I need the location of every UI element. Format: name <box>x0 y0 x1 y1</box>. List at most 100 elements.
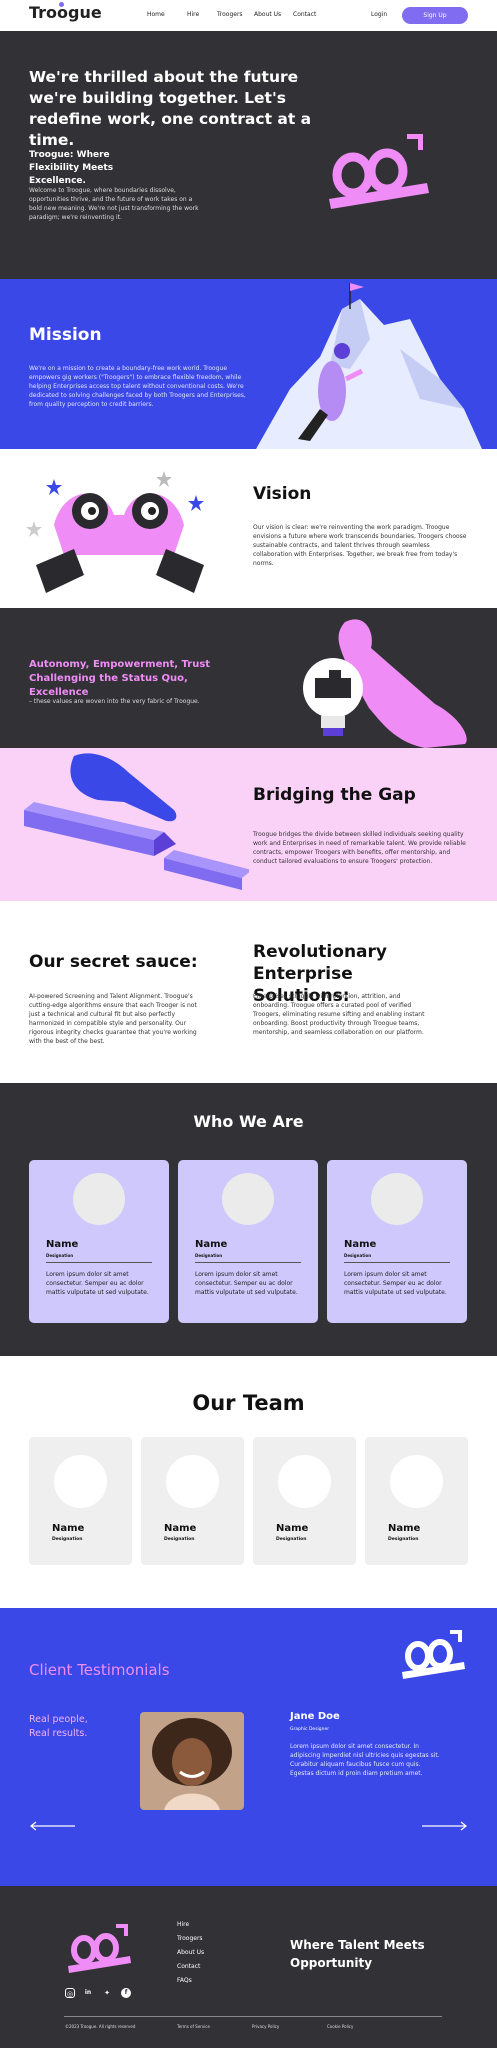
avatar <box>390 1455 443 1508</box>
values-section: Autonomy, Empowerment, Trust Challenging… <box>0 608 497 748</box>
who-we-are-title: Who We Are <box>193 1112 304 1131</box>
nav-link-contact[interactable]: Contact <box>293 11 316 18</box>
arrow-right-icon[interactable] <box>422 1821 468 1831</box>
vision-section: Vision Our vision is clear: we're reinve… <box>0 449 497 608</box>
team-card: Name Designation <box>29 1437 132 1565</box>
mountain-climber-illustration-icon <box>256 283 482 449</box>
team-member-name: Name <box>388 1523 421 1534</box>
cookie-policy-link[interactable]: Cookie Policy <box>327 2024 353 2029</box>
footer-link-contact[interactable]: Contact <box>177 1963 200 1970</box>
team-member-designation: Designation <box>164 1537 195 1542</box>
footer: Hire Troogers About Us Contact FAQs Wher… <box>0 1886 497 2048</box>
testimonial-photo <box>140 1712 244 1810</box>
team-member-name: Name <box>52 1523 85 1534</box>
secret-sauce-section: Our secret sauce: AI-powered Screening a… <box>0 901 497 1083</box>
who-card-name: Name <box>195 1239 228 1250</box>
testimonials-section: Client Testimonials Real people, Real re… <box>0 1608 497 1886</box>
team-member-designation: Designation <box>276 1537 307 1542</box>
footer-link-faqs[interactable]: FAQs <box>177 1977 192 1984</box>
who-card-name: Name <box>344 1239 377 1250</box>
team-member-designation: Designation <box>388 1537 419 1542</box>
who-card-name: Name <box>46 1239 79 1250</box>
team-card: Name Designation <box>141 1437 244 1565</box>
hero-body: Welcome to Troogue, where boundaries dis… <box>29 187 199 221</box>
hero-headline: We're thrilled about the future we're bu… <box>29 68 312 149</box>
logo[interactable]: Troogue <box>29 3 102 22</box>
our-team-title: Our Team <box>192 1391 305 1415</box>
bridge-title: Bridging the Gap <box>253 785 416 805</box>
testimonial-role: Graphic Designer <box>290 1727 330 1732</box>
avatar <box>222 1173 274 1225</box>
team-member-name: Name <box>276 1523 309 1534</box>
values-body: – these values are woven into the very f… <box>29 698 200 705</box>
avatar <box>54 1455 107 1508</box>
mission-title: Mission <box>29 325 102 345</box>
nav-link-home[interactable]: Home <box>147 11 165 18</box>
divider <box>46 1262 152 1263</box>
troogue-logo-mark-icon <box>68 1924 131 1973</box>
troogue-logo-mark-icon <box>402 1630 465 1679</box>
who-card-designation: Designation <box>46 1253 74 1258</box>
bridging-section: Bridging the Gap Troogue bridges the div… <box>0 748 497 901</box>
arrow-left-icon[interactable] <box>29 1821 75 1831</box>
who-card-designation: Designation <box>344 1253 372 1258</box>
avatar <box>278 1455 331 1508</box>
who-card-designation: Designation <box>195 1253 223 1258</box>
who-card: Name Designation Lorem ipsum dolor sit a… <box>178 1160 318 1323</box>
secret-sauce-body: AI-powered Screening and Talent Alignmen… <box>29 993 197 1045</box>
terms-of-service-link[interactable]: Terms of Service <box>177 2024 210 2029</box>
footer-link-hire[interactable]: Hire <box>177 1921 189 1928</box>
bridge-body: Troogue bridges the divide between skill… <box>253 831 466 865</box>
testimonials-tagline: Real people, Real results. <box>29 1714 88 1739</box>
mission-body: We're on a mission to create a boundary-… <box>29 365 246 408</box>
logo-dot <box>59 2 64 7</box>
team-card: Name Designation <box>253 1437 356 1565</box>
divider <box>195 1262 301 1263</box>
top-navigation: Troogue Home Hire Troogers About Us Cont… <box>0 0 497 31</box>
avatar <box>73 1173 125 1225</box>
mission-section: Mission We're on a mission to create a b… <box>0 279 497 449</box>
sign-up-button[interactable]: Sign Up <box>402 7 468 24</box>
bridging-hand-illustration-icon <box>24 753 249 890</box>
privacy-policy-link[interactable]: Privacy Policy <box>252 2024 279 2029</box>
who-card-text: Lorem ipsum dolor sit amet consectetur. … <box>195 1271 298 1296</box>
avatar <box>166 1455 219 1508</box>
secret-sauce-title: Our secret sauce: <box>29 952 198 972</box>
testimonial-quote: Lorem ipsum dolor sit amet consectetur. … <box>290 1743 440 1777</box>
linkedin-icon[interactable]: in <box>83 1988 93 1998</box>
divider <box>344 1262 450 1263</box>
team-member-name: Name <box>164 1523 197 1534</box>
nav-link-troogers[interactable]: Troogers <box>217 11 243 18</box>
values-title: Autonomy, Empowerment, Trust Challenging… <box>29 659 211 698</box>
our-team-section: Our Team Name Designation Name Designati… <box>0 1356 497 1608</box>
team-member-designation: Designation <box>52 1537 83 1542</box>
troogue-logo-mark-icon <box>329 134 429 209</box>
avatar <box>371 1173 423 1225</box>
footer-divider <box>64 2016 442 2017</box>
testimonials-title: Client Testimonials <box>29 1661 170 1679</box>
hero-section: We're thrilled about the future we're bu… <box>0 31 497 279</box>
who-we-are-section: Who We Are Name Designation Lorem ipsum … <box>0 1083 497 1356</box>
binoculars-illustration-icon <box>26 471 204 593</box>
footer-tagline: Where Talent Meets Opportunity <box>290 1938 425 1970</box>
footer-link-about-us[interactable]: About Us <box>177 1949 204 1956</box>
footer-link-troogers[interactable]: Troogers <box>177 1935 203 1942</box>
nav-link-about-us[interactable]: About Us <box>254 11 281 18</box>
testimonial-name: Jane Doe <box>290 1711 340 1722</box>
enterprise-solutions-body: Enterprises struggle with retention, att… <box>253 993 425 1036</box>
login-link[interactable]: Login <box>371 11 387 18</box>
vision-title: Vision <box>253 484 312 504</box>
vision-body: Our vision is clear: we're reinventing t… <box>253 524 467 567</box>
team-card: Name Designation <box>365 1437 468 1565</box>
who-card-text: Lorem ipsum dolor sit amet consectetur. … <box>344 1271 447 1296</box>
instagram-icon[interactable]: ◎ <box>65 1988 75 1998</box>
twitter-icon[interactable]: ✦ <box>102 1988 112 1998</box>
lightbulb-puzzle-illustration-icon <box>303 619 467 748</box>
hero-subheadline: Troogue: Where Flexibility Meets Excelle… <box>29 150 114 186</box>
who-card: Name Designation Lorem ipsum dolor sit a… <box>29 1160 169 1323</box>
who-card: Name Designation Lorem ipsum dolor sit a… <box>327 1160 467 1323</box>
who-card-text: Lorem ipsum dolor sit amet consectetur. … <box>46 1271 149 1296</box>
nav-link-hire[interactable]: Hire <box>187 11 199 18</box>
copyright: ©2023 Troogue. All rights reserved <box>65 2024 136 2029</box>
facebook-icon[interactable]: f <box>121 1988 131 1998</box>
